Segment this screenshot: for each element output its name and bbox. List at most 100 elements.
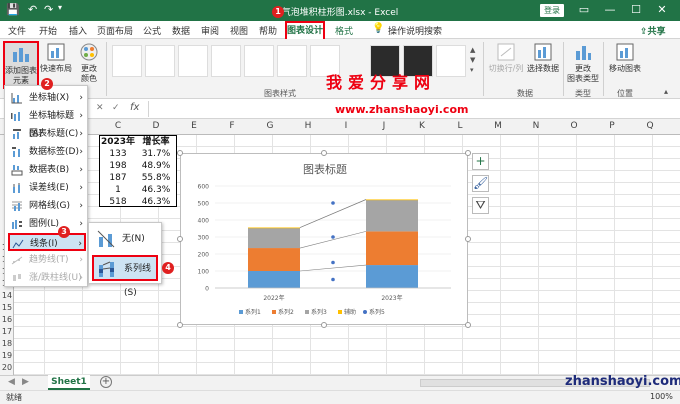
row-header[interactable]: 14 xyxy=(0,291,14,300)
table-cell[interactable]: 1 xyxy=(100,184,136,196)
col-header[interactable]: D xyxy=(138,121,174,131)
col-header[interactable]: P xyxy=(594,121,630,131)
chart-style-thumb-10[interactable] xyxy=(436,45,466,77)
menu-item-axis-titles[interactable]: 坐标轴标题(A) › xyxy=(9,107,85,139)
chart-style-thumb-6[interactable] xyxy=(277,45,307,77)
menu-item-updown-bars[interactable]: 涨/跌柱线(U) › xyxy=(9,269,85,287)
resize-handle[interactable] xyxy=(321,150,327,156)
cancel-icon[interactable]: ✕ xyxy=(96,103,104,113)
col-header[interactable]: C xyxy=(100,121,136,131)
enter-icon[interactable]: ✓ xyxy=(112,103,120,113)
tab-format[interactable]: 格式 xyxy=(335,24,353,37)
row-header[interactable]: 18 xyxy=(0,339,14,348)
collapse-ribbon-icon[interactable]: ▴ xyxy=(664,87,668,96)
resize-handle[interactable] xyxy=(321,322,327,328)
row-header[interactable]: 20 xyxy=(0,363,14,372)
menu-item-gridlines[interactable]: 网格线(G) › xyxy=(9,197,85,215)
resize-handle[interactable] xyxy=(465,236,471,242)
chart-styles-brush-icon[interactable]: 🖌 xyxy=(472,175,489,192)
col-header[interactable]: L xyxy=(442,121,478,131)
col-header[interactable]: G xyxy=(252,121,288,131)
table-cell[interactable]: 133 xyxy=(100,148,136,160)
quick-layout-button[interactable]: 快速布局 xyxy=(40,41,72,74)
move-chart-button[interactable]: 移动图表 xyxy=(606,41,644,74)
resize-handle[interactable] xyxy=(465,322,471,328)
share-button[interactable]: ⇪共享 xyxy=(640,24,666,37)
resize-handle[interactable] xyxy=(177,236,183,242)
col-header[interactable]: Q xyxy=(632,121,668,131)
menu-item-axes[interactable]: 坐标轴(X) › xyxy=(9,89,85,107)
tab-help[interactable]: 帮助 xyxy=(259,24,277,37)
table-cell[interactable]: 198 xyxy=(100,160,136,172)
styles-scroll[interactable]: ▲ ▼ ▾ xyxy=(470,45,480,77)
tab-view[interactable]: 视图 xyxy=(230,24,248,37)
col-header[interactable]: E xyxy=(176,121,212,131)
row-header[interactable]: 15 xyxy=(0,303,14,312)
sheet-nav-left-icon[interactable]: ◀ xyxy=(8,377,15,387)
row-header[interactable]: 19 xyxy=(0,351,14,360)
fx-icon[interactable]: fx xyxy=(130,102,139,113)
ribbon-display-icon[interactable]: ▭ xyxy=(574,2,594,18)
tab-home[interactable]: 开始 xyxy=(39,24,57,37)
chart-style-thumb-5[interactable] xyxy=(244,45,274,77)
table-cell[interactable]: 31.7% xyxy=(138,148,174,160)
table-cell[interactable]: 46.3% xyxy=(138,184,174,196)
chart-style-thumb-3[interactable] xyxy=(178,45,208,77)
resize-handle[interactable] xyxy=(177,150,183,156)
tab-formulas[interactable]: 公式 xyxy=(143,24,161,37)
sheet-nav-right-icon[interactable]: ▶ xyxy=(22,377,29,387)
menu-item-none[interactable]: 无(N) xyxy=(92,226,158,252)
chart-style-thumb-4[interactable] xyxy=(211,45,241,77)
table-cell[interactable]: 518 xyxy=(100,196,136,208)
menu-item-data-table[interactable]: 数据表(B) › xyxy=(9,161,85,179)
table-cell[interactable]: 48.9% xyxy=(138,160,174,172)
chart-style-thumb-2[interactable] xyxy=(145,45,175,77)
table-cell[interactable]: 187 xyxy=(100,172,136,184)
table-header[interactable]: 2023年 xyxy=(100,136,136,148)
row-header[interactable]: 17 xyxy=(0,327,14,336)
menu-item-trendline[interactable]: 趋势线(T) › xyxy=(9,251,85,269)
tab-page-layout[interactable]: 页面布局 xyxy=(97,24,133,37)
chart-elements-plus-icon[interactable]: + xyxy=(472,153,489,170)
tab-file[interactable]: 文件 xyxy=(8,24,26,37)
tab-data[interactable]: 数据 xyxy=(172,24,190,37)
new-sheet-plus-icon[interactable]: + xyxy=(100,376,112,388)
login-button[interactable]: 登录 xyxy=(540,4,564,17)
tab-chart-design[interactable]: 图表设计 xyxy=(285,21,325,39)
menu-item-error-bars[interactable]: 误差线(E) › xyxy=(9,179,85,197)
col-header[interactable]: O xyxy=(556,121,592,131)
tell-me-search[interactable]: 操作说明搜索 xyxy=(388,24,442,37)
change-colors-button[interactable]: 更改 颜色 xyxy=(75,41,103,84)
select-data-button[interactable]: 选择数据 xyxy=(526,41,560,74)
minimize-button[interactable]: — xyxy=(600,2,620,18)
col-header[interactable]: M xyxy=(480,121,516,131)
col-header[interactable]: N xyxy=(518,121,554,131)
col-header[interactable]: H xyxy=(290,121,326,131)
chart-area[interactable]: 图表标题 0 100 200 300 400 500 600 2022年 2023年 系列1 系列2… xyxy=(180,153,468,325)
zoom-level[interactable]: 100% xyxy=(650,392,673,401)
switch-row-col-button[interactable]: 切换行/列 xyxy=(488,41,524,74)
menu-item-series-lines[interactable]: 系列线(S) xyxy=(92,255,158,298)
menu-item-data-labels[interactable]: 数据标签(D) › xyxy=(9,143,85,161)
add-chart-element-button[interactable]: 添加图表 元素 xyxy=(3,41,39,89)
table-header[interactable]: 增长率 xyxy=(138,136,174,148)
maximize-button[interactable]: ☐ xyxy=(626,2,646,18)
chart-filter-icon[interactable]: ⛛ xyxy=(472,197,489,214)
resize-handle[interactable] xyxy=(465,150,471,156)
table-cell[interactable]: 46.3% xyxy=(138,196,174,208)
tab-insert[interactable]: 插入 xyxy=(69,24,87,37)
col-header[interactable]: J xyxy=(366,121,402,131)
col-header[interactable]: I xyxy=(328,121,364,131)
row-header[interactable]: 16 xyxy=(0,315,14,324)
menu-item-lines[interactable]: 线条(I) › xyxy=(8,233,86,251)
col-header[interactable]: K xyxy=(404,121,440,131)
close-button[interactable]: ✕ xyxy=(652,2,672,18)
change-chart-type-button[interactable]: 更改 图表类型 xyxy=(566,41,600,84)
col-header[interactable]: F xyxy=(214,121,250,131)
menu-item-chart-title[interactable]: 图表标题(C) › xyxy=(9,125,85,143)
sheet-tab-sheet1[interactable]: Sheet1 xyxy=(48,375,90,390)
resize-handle[interactable] xyxy=(177,322,183,328)
tab-review[interactable]: 审阅 xyxy=(201,24,219,37)
table-cell[interactable]: 55.8% xyxy=(138,172,174,184)
chart-style-thumb-1[interactable] xyxy=(112,45,142,77)
